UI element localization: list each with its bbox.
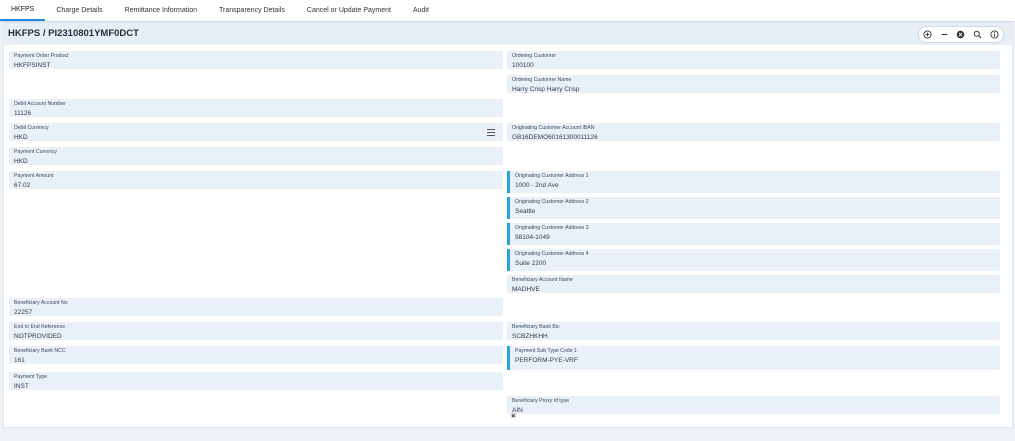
field-value: 22257 <box>14 309 33 316</box>
tab-audit[interactable]: Audit <box>402 0 440 21</box>
menu-icon[interactable] <box>487 129 495 136</box>
field-label: Payment Currency <box>14 149 57 155</box>
tab-bar: HKFPS Charge Details Remittance Informat… <box>0 0 1015 22</box>
field-label: Payment Sub Type Code 1 <box>515 348 577 354</box>
field-value: MADHVE <box>512 286 540 293</box>
field-originating-customer-account-iban[interactable]: Originating Customer Account IBAN GB16DE… <box>507 123 1000 141</box>
field-payment-sub-type-code-1[interactable]: Payment Sub Type Code 1 PERFORM-PYE-VRF <box>507 346 1000 370</box>
toolbar <box>918 26 1004 43</box>
field-value: INST <box>14 383 29 390</box>
field-payment-type[interactable]: Payment Type INST <box>9 372 503 390</box>
field-originating-customer-address-4[interactable]: Originating Customer Address 4 Suite 220… <box>507 249 1000 271</box>
close-circle-icon[interactable] <box>955 29 967 41</box>
field-value: 1000 - 2nd Ave <box>515 182 559 189</box>
field-label: Originating Customer Address 1 <box>515 173 589 179</box>
field-payment-order-product[interactable]: Payment Order Product HKFPSINST <box>9 51 503 69</box>
field-value: Harry Crisp Harry Crisp <box>512 86 580 93</box>
field-label: Originating Customer Address 2 <box>515 199 589 205</box>
page-title: HKFPS / PI2310801YMF0DCT <box>8 28 139 39</box>
field-ordering-customer-name[interactable]: Ordering Customer Name Harry Crisp Harry… <box>507 75 1000 93</box>
field-value: 98104-1049 <box>515 234 550 241</box>
field-beneficiary-account-no[interactable]: Beneficiary Account No 22257 <box>9 298 503 316</box>
field-label: Ordering Customer <box>512 53 557 59</box>
tab-cancel-or-update-payment[interactable]: Cancel or Update Payment <box>296 0 402 21</box>
tab-transparency-details[interactable]: Transparency Details <box>208 0 296 21</box>
field-value: Seattle <box>515 208 536 215</box>
field-label: Beneficiary Account Name <box>512 277 573 283</box>
field-value: HKD <box>14 134 28 141</box>
field-beneficiary-proxy-id-type[interactable]: Beneficiary Proxy id type AIN <box>507 396 1000 414</box>
field-label: Beneficiary Bank Bic <box>512 324 560 330</box>
field-debit-account-number[interactable]: Debit Account Number 11126 <box>9 99 503 117</box>
field-label: Payment Amount <box>14 173 54 179</box>
tab-charge-details[interactable]: Charge Details <box>45 0 113 21</box>
field-label: Debit Currency <box>14 125 49 131</box>
field-label: Debit Account Number <box>14 101 66 107</box>
field-value: GB16DEMO60161300011126 <box>512 134 598 141</box>
payment-panel: HKFPS / PI2310801YMF0DCT Payment Order P… <box>3 22 1013 428</box>
field-label: Beneficiary Bank NCC <box>14 348 66 354</box>
dropdown-icon[interactable]: ▣ <box>511 413 516 419</box>
field-originating-customer-address-1[interactable]: Originating Customer Address 1 1000 - 2n… <box>507 171 1000 193</box>
field-value: 67.02 <box>14 182 31 189</box>
field-value: 11126 <box>14 110 32 117</box>
field-label: Payment Type <box>14 374 48 380</box>
field-label: Beneficiary Proxy id type <box>512 398 570 404</box>
tab-remittance-information[interactable]: Remittance Information <box>114 0 208 21</box>
info-icon[interactable] <box>989 29 1001 41</box>
field-value: HKD <box>14 158 28 165</box>
field-value: 161 <box>14 357 25 364</box>
field-debit-currency[interactable]: Debit Currency HKD <box>9 123 503 141</box>
plus-circle-icon[interactable] <box>921 29 933 41</box>
title-bar: HKFPS / PI2310801YMF0DCT <box>4 23 1012 45</box>
field-ordering-customer[interactable]: Ordering Customer 100100 <box>507 51 1000 69</box>
field-end-to-end-reference[interactable]: End to End Reference NOTPROVIDED <box>9 322 503 340</box>
field-value: PERFORM-PYE-VRF <box>515 357 578 364</box>
field-payment-currency[interactable]: Payment Currency HKD <box>9 147 503 165</box>
field-label: Originating Customer Address 4 <box>515 251 589 257</box>
field-label: End to End Reference <box>14 324 66 330</box>
field-value: Suite 2200 <box>515 260 547 267</box>
tab-hkfps[interactable]: HKFPS <box>0 0 46 21</box>
field-label: Originating Customer Account IBAN <box>512 125 595 131</box>
search-icon[interactable] <box>972 29 984 41</box>
field-value: HKFPSINST <box>14 62 51 69</box>
field-originating-customer-address-2[interactable]: Originating Customer Address 2 Seattle <box>507 197 1000 219</box>
field-label: Payment Order Product <box>14 53 69 59</box>
field-value: 100100 <box>512 62 534 69</box>
field-originating-customer-address-3[interactable]: Originating Customer Address 3 98104-104… <box>507 223 1000 245</box>
field-value: NOTPROVIDED <box>14 333 62 340</box>
minus-icon[interactable] <box>938 29 950 41</box>
field-label: Originating Customer Address 3 <box>515 225 589 231</box>
field-beneficiary-bank-ncc[interactable]: Beneficiary Bank NCC 161 <box>9 346 503 364</box>
field-payment-amount[interactable]: Payment Amount 67.02 <box>9 171 503 189</box>
field-value: SCBZHKHH <box>512 333 548 340</box>
field-label: Beneficiary Account No <box>14 300 68 306</box>
field-value: AIN <box>512 407 523 414</box>
field-label: Ordering Customer Name <box>512 77 572 83</box>
field-beneficiary-account-name[interactable]: Beneficiary Account Name MADHVE <box>507 275 1000 293</box>
field-beneficiary-bank-bic[interactable]: Beneficiary Bank Bic SCBZHKHH <box>507 322 1000 340</box>
